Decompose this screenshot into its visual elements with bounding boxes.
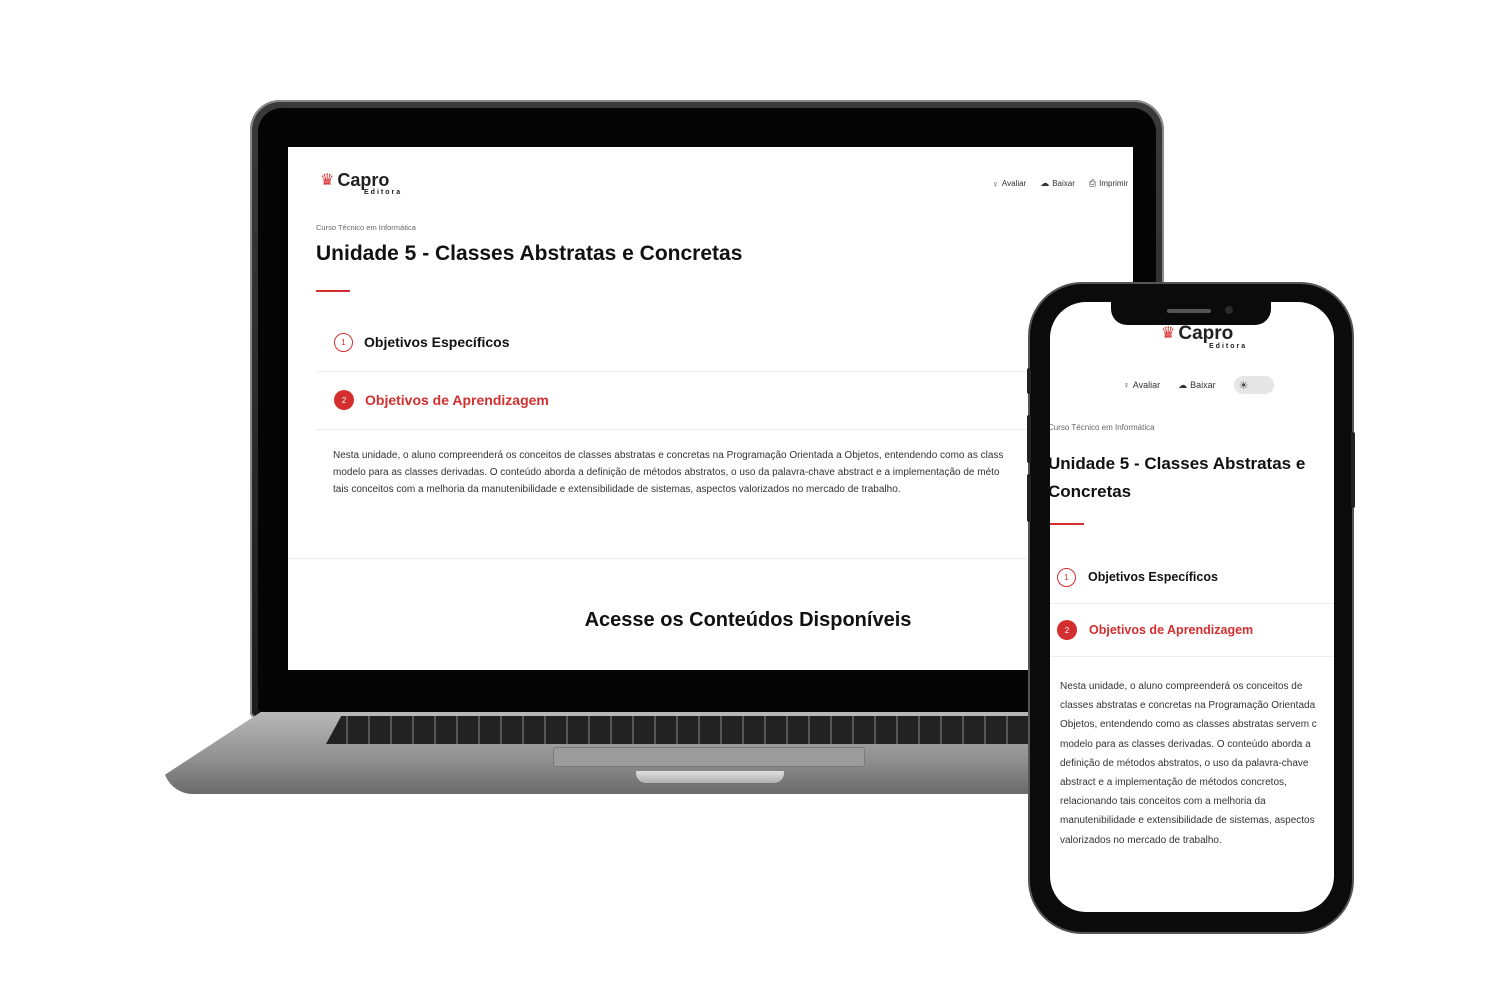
logo-name: Capro — [337, 170, 390, 190]
crown-icon: ♛ — [1161, 325, 1176, 342]
header-actions: ♀ Avaliar ☁ Baixar ☀ — [1123, 376, 1274, 394]
cloud-download-icon: ☁ — [1040, 178, 1050, 188]
laptop-screen: ♛ Capro Editora ♀ Avaliar ☁ Baixar ⎙ Imprim… — [288, 147, 1133, 670]
phone-speaker — [1167, 309, 1211, 313]
step-number: 1 — [334, 332, 353, 352]
section-divider — [288, 558, 1133, 559]
trackpad — [553, 747, 865, 767]
title-line: Unidade 5 - Classes Abstratas e — [1050, 454, 1306, 473]
breadcrumb[interactable]: Curso Técnico em Informática — [316, 223, 416, 232]
accordion-label: Objetivos Específicos — [364, 334, 510, 350]
body-line: modelo para as classes derivadas. O cont… — [1060, 738, 1311, 750]
title-underline — [1050, 523, 1084, 525]
logo-subtitle: Editora — [364, 189, 403, 196]
sun-icon: ☀ — [1238, 379, 1249, 392]
rate-label: Avaliar — [1001, 179, 1027, 188]
body-line: modelo para as classes derivadas. O cont… — [333, 467, 1000, 478]
body-line: classes abstratas e concretas na Program… — [1060, 700, 1316, 712]
body-line: manutenibilidade e extensibilidade de si… — [1060, 815, 1315, 827]
print-button[interactable]: ⎙ Imprimir — [1089, 178, 1128, 189]
lightbulb-icon: ♀ — [1123, 380, 1130, 390]
cloud-download-icon: ☁ — [1178, 379, 1188, 390]
download-label: Baixar — [1190, 380, 1216, 390]
accordion-item-objetivos-especificos[interactable]: 1 Objetivos Específicos — [316, 313, 1133, 372]
accordion-content: Nesta unidade, o aluno compreenderá os c… — [333, 447, 1093, 498]
logo-subtitle: Editora — [1209, 343, 1248, 350]
theme-toggle[interactable]: ☀ — [1233, 376, 1274, 394]
phone-volume-down — [1027, 474, 1031, 522]
rate-button[interactable]: ♀ Avaliar — [992, 178, 1026, 189]
lightbulb-icon: ♀ — [992, 178, 999, 189]
phone-power-button — [1351, 432, 1355, 508]
accordion-item-objetivos-especificos[interactable]: 1 Objetivos Específicos — [1050, 551, 1334, 604]
accordion-label: Objetivos de Aprendizagem — [365, 392, 549, 408]
phone-camera — [1225, 306, 1233, 314]
phone-screen: ♛ Capro Editora ♀ Avaliar ☁ Baixar ☀ Curso… — [1050, 302, 1334, 912]
download-button[interactable]: ☁ Baixar — [1178, 380, 1216, 391]
breadcrumb[interactable]: Curso Técnico em Informática — [1050, 423, 1155, 432]
crown-icon: ♛ — [320, 171, 335, 189]
body-line: valorizados no mercado de trabalho. — [1060, 834, 1222, 846]
step-number: 1 — [1057, 567, 1076, 587]
phone-volume-up — [1027, 415, 1031, 463]
body-line: Objetos, entendendo como as classes abst… — [1060, 719, 1317, 731]
keyboard — [326, 716, 1088, 744]
body-line: relacionando tais conceitos com a melhor… — [1060, 796, 1266, 808]
step-number: 2 — [334, 390, 354, 410]
logo-name: Capro — [1178, 323, 1234, 344]
title-line: Concretas — [1050, 482, 1132, 501]
body-line: tais conceitos com a melhoria da manuten… — [333, 484, 901, 495]
logo[interactable]: ♛ Capro Editora — [1161, 323, 1247, 350]
page-title: Unidade 5 - Classes Abstratas e Concreta… — [1050, 450, 1328, 506]
download-label: Baixar — [1052, 179, 1075, 188]
section-heading: Acesse os Conteúdos Disponíveis — [584, 609, 912, 631]
accordion-content: Nesta unidade, o aluno compreenderá os c… — [1060, 677, 1334, 850]
accordion-item-objetivos-aprendizagem[interactable]: 2 Objetivos de Aprendizagem — [1050, 604, 1334, 657]
phone-side-button — [1027, 368, 1031, 394]
body-line: Nesta unidade, o aluno compreenderá os c… — [1060, 681, 1303, 692]
printer-icon: ⎙ — [1088, 178, 1097, 188]
page-title: Unidade 5 - Classes Abstratas e Concreta… — [316, 242, 743, 265]
accordion-label: Objetivos de Aprendizagem — [1089, 623, 1254, 637]
header-actions: ♀ Avaliar ☁ Baixar ⎙ Imprimir — [992, 178, 1128, 189]
step-number: 2 — [1057, 620, 1077, 640]
print-label: Imprimir — [1099, 179, 1128, 188]
accordion-label: Objetivos Específicos — [1088, 570, 1218, 584]
accordion-item-objetivos-aprendizagem[interactable]: 2 Objetivos de Aprendizagem — [316, 371, 1133, 430]
title-underline — [316, 290, 350, 292]
body-line: definição de métodos abstratos, o uso da… — [1060, 757, 1309, 769]
rate-button[interactable]: ♀ Avaliar — [1123, 380, 1160, 390]
laptop-notch — [636, 771, 784, 783]
body-line: Nesta unidade, o aluno compreenderá os c… — [333, 450, 1004, 461]
body-line: abstract e a implementação de métodos co… — [1060, 777, 1287, 789]
logo[interactable]: ♛ Capro Editora — [320, 170, 402, 196]
rate-label: Avaliar — [1132, 380, 1161, 390]
download-button[interactable]: ☁ Baixar — [1040, 178, 1075, 189]
